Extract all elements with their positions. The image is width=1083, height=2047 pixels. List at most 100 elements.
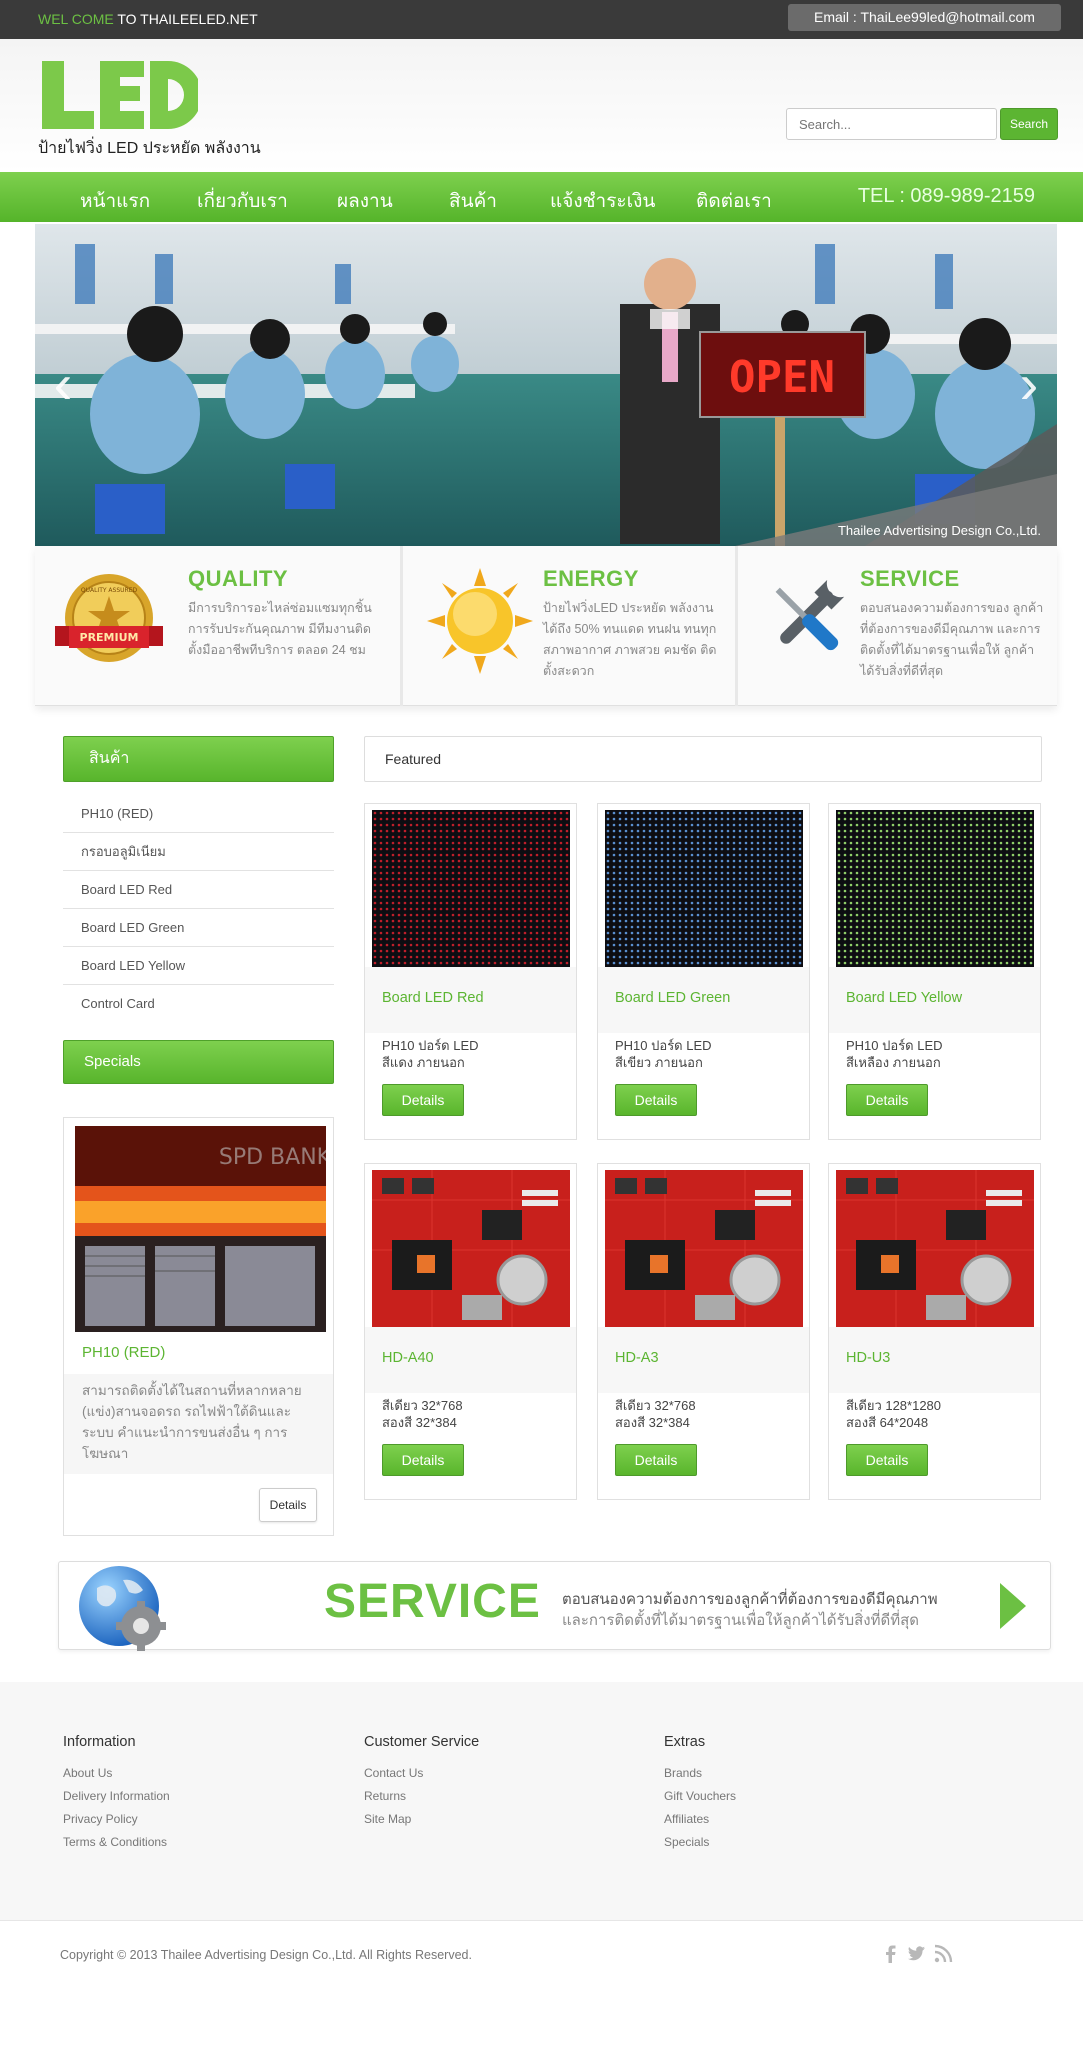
play-arrow-icon[interactable]	[998, 1581, 1028, 1631]
category-item[interactable]: กรอบอลูมิเนียม	[63, 833, 334, 871]
sign-text: SPD BANK	[219, 1145, 326, 1170]
footer-link[interactable]: Brands	[664, 1762, 736, 1785]
footer-link[interactable]: Delivery Information	[63, 1785, 170, 1808]
product-image[interactable]	[605, 1170, 803, 1327]
email-badge[interactable]: Email : ThaiLee99led@hotmail.com	[788, 4, 1061, 31]
feature-desc: มีการบริการอะไหล่ซ่อมแซมทุกชิ้น การรับปร…	[188, 601, 372, 657]
copyright-bar: Copyright © 2013 Thailee Advertising Des…	[0, 1920, 1083, 2047]
site-header: ป้ายไฟวิ่ง LED ประหยัด พลังงาน Search	[0, 39, 1083, 172]
product-image[interactable]	[605, 810, 803, 967]
details-button[interactable]: Details	[615, 1084, 697, 1116]
footer-col-extras: Extras Brands Gift Vouchers Affiliates S…	[664, 1734, 736, 1854]
factory-photo: OPEN	[35, 224, 1057, 546]
category-item[interactable]: PH10 (RED)	[63, 795, 334, 833]
products-heading: สินค้า	[63, 736, 334, 782]
product-image[interactable]	[372, 1170, 570, 1327]
product-name[interactable]: Board LED Green	[615, 990, 730, 1006]
search-button[interactable]: Search	[1000, 108, 1058, 140]
control-card-image	[836, 1170, 1034, 1327]
special-product-desc: สามารถติดตั้งได้ในสถานที่หลากหลาย (แข่ง)…	[64, 1374, 333, 1474]
footer-heading: Extras	[664, 1734, 706, 1750]
category-item[interactable]: Control Card	[63, 985, 334, 1023]
footer-link[interactable]: Affiliates	[664, 1808, 736, 1831]
nav-item-contact[interactable]: ติดต่อเรา	[696, 186, 772, 216]
slider-prev-icon[interactable]: ‹	[43, 354, 83, 414]
details-button[interactable]: Details	[846, 1444, 928, 1476]
slider-next-icon[interactable]: ›	[1009, 354, 1049, 414]
footer-link[interactable]: Specials	[664, 1831, 736, 1854]
control-card-image	[372, 1170, 570, 1327]
product-desc: PH10 ปอร์ด LED สีแดง ภายนอก	[382, 1038, 479, 1070]
nav-item-products[interactable]: สินค้า	[449, 186, 497, 216]
footer-heading: Information	[63, 1734, 136, 1750]
featured-heading: Featured	[364, 736, 1042, 782]
specials-heading: Specials	[63, 1040, 334, 1084]
special-product-name[interactable]: PH10 (RED)	[82, 1344, 165, 1361]
phone-number: TEL : 089-989-2159	[857, 185, 1035, 207]
led-sign-text: OPEN	[729, 352, 835, 403]
product-card: HD-A40 สีเดียว 32*768 สองสี 32*384 Details	[364, 1163, 577, 1500]
product-name[interactable]: Board LED Yellow	[846, 990, 962, 1006]
product-desc: สีเดียว 32*768 สองสี 32*384	[615, 1398, 696, 1430]
product-card: Board LED Yellow PH10 ปอร์ด LED สีเหลือง …	[828, 803, 1041, 1140]
control-card-image	[605, 1170, 803, 1327]
badge-top-text: QUALITY ASSURED	[81, 587, 138, 594]
product-name[interactable]: Board LED Red	[382, 990, 484, 1006]
welcome-text: WEL COME TO THAILEELED.NET	[38, 11, 258, 27]
product-image[interactable]	[836, 810, 1034, 967]
nav-item-payment[interactable]: แจ้งชำระเงิน	[550, 186, 655, 216]
product-image[interactable]	[836, 1170, 1034, 1327]
footer-link[interactable]: Contact Us	[364, 1762, 479, 1785]
globe-gear-icon	[79, 1566, 166, 1651]
twitter-icon[interactable]	[905, 1943, 927, 1965]
banner-caption: Thailee Advertising Design Co.,Ltd.	[837, 523, 1041, 538]
product-name[interactable]: HD-A3	[615, 1350, 659, 1366]
details-button[interactable]: Details	[615, 1444, 697, 1476]
footer-col-customer-service: Customer Service Contact Us Returns Site…	[364, 1734, 479, 1831]
product-card: Board LED Red PH10 ปอร์ด LED สีแดง ภายนอก…	[364, 803, 577, 1140]
category-item[interactable]: Board LED Red	[63, 871, 334, 909]
rss-icon[interactable]	[932, 1943, 954, 1965]
product-image[interactable]	[372, 810, 570, 967]
feature-title: QUALITY	[188, 566, 289, 591]
footer-link[interactable]: Privacy Policy	[63, 1808, 170, 1831]
details-button[interactable]: Details	[382, 1444, 464, 1476]
special-details-button[interactable]: Details	[259, 1488, 317, 1522]
product-card: Board LED Green PH10 ปอร์ด LED สีเขียว ภา…	[597, 803, 810, 1140]
product-desc: สีเดียว 32*768 สองสี 32*384	[382, 1398, 463, 1430]
main-nav: หน้าแรก เกี่ยวกับเรา ผลงาน สินค้า แจ้งชำ…	[0, 172, 1083, 222]
led-panel-image	[605, 810, 803, 967]
details-button[interactable]: Details	[846, 1084, 928, 1116]
category-item[interactable]: Board LED Yellow	[63, 947, 334, 985]
facebook-icon[interactable]	[880, 1943, 902, 1965]
product-card: HD-U3 สีเดียว 128*1280 สองสี 64*2048 Detai…	[828, 1163, 1041, 1500]
service-banner-title: SERVICE	[324, 1575, 541, 1628]
copyright-text: Copyright © 2013 Thailee Advertising Des…	[60, 1948, 472, 1962]
feature-desc: ป้ายไฟวิ่งLED ประหยัด พลังงาน ได้ถึง 50%…	[543, 601, 717, 678]
nav-item-home[interactable]: หน้าแรก	[80, 186, 150, 216]
product-name[interactable]: HD-A40	[382, 1350, 434, 1366]
footer-heading: Customer Service	[364, 1734, 480, 1750]
product-name[interactable]: HD-U3	[846, 1350, 890, 1366]
nav-item-portfolio[interactable]: ผลงาน	[337, 186, 393, 216]
footer-link[interactable]: Returns	[364, 1785, 479, 1808]
feature-title: ENERGY	[543, 566, 639, 591]
nav-item-about[interactable]: เกี่ยวกับเรา	[197, 186, 288, 216]
footer-link[interactable]: Terms & Conditions	[63, 1831, 170, 1854]
premium-badge-icon: PREMIUM QUALITY ASSURED	[55, 574, 163, 662]
site-logo[interactable]: ป้ายไฟวิ่ง LED ประหยัด พลังงาน	[38, 59, 268, 159]
special-product-image[interactable]: SPD BANK	[75, 1126, 326, 1332]
badge-ribbon-text: PREMIUM	[80, 631, 139, 644]
footer-link[interactable]: Gift Vouchers	[664, 1785, 736, 1808]
details-button[interactable]: Details	[382, 1084, 464, 1116]
led-panel-image	[836, 810, 1034, 967]
led-panel-image	[372, 810, 570, 967]
feature-energy: ENERGY ป้ายไฟวิ่งLED ประหยัด พลังงาน ได้…	[403, 546, 735, 706]
category-item[interactable]: Board LED Green	[63, 909, 334, 947]
storefront-photo: SPD BANK	[75, 1126, 326, 1332]
hero-slider[interactable]: OPEN ‹ › Thailee Advertising Design Co.,…	[35, 224, 1057, 546]
footer-link[interactable]: About Us	[63, 1762, 170, 1785]
search-input[interactable]	[786, 108, 997, 140]
footer-link[interactable]: Site Map	[364, 1808, 479, 1831]
service-banner[interactable]: SERVICE ตอบสนองความต้องการของลูกค้าที่ต้…	[58, 1561, 1051, 1651]
